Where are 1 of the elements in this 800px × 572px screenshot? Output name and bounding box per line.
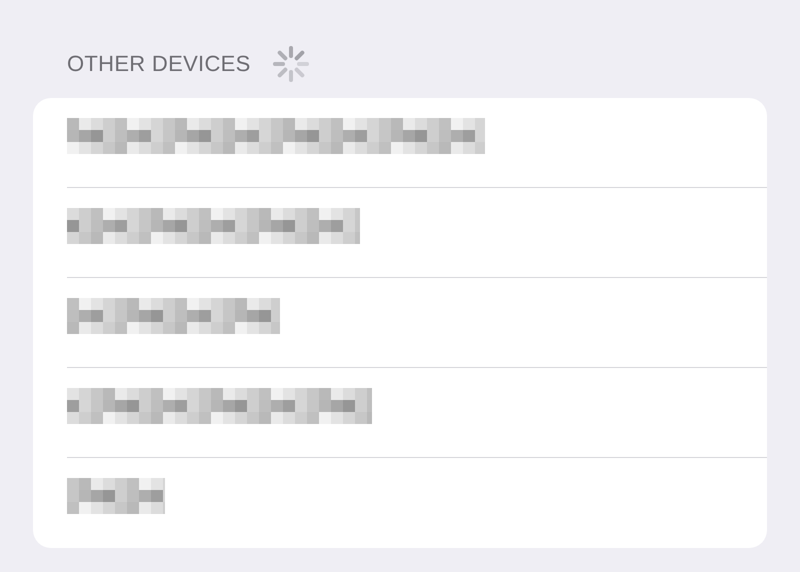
section-title: OTHER DEVICES xyxy=(67,51,251,77)
